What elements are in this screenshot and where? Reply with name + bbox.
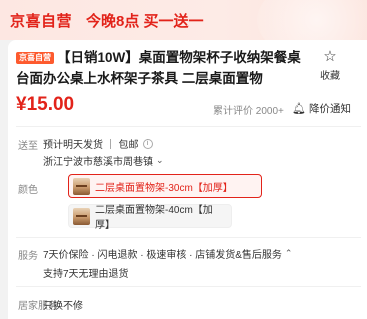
shipping-text: 预计明天发货 ｜ 包邮 — [43, 140, 139, 151]
star-icon: ☆ — [323, 48, 337, 65]
address-text: 浙江宁波市慈溪市周巷镇 — [43, 157, 153, 168]
color-option-30cm[interactable]: 二层桌面置物架-30cm【加厚】 — [68, 174, 262, 198]
product-title-block: 京喜自营 【日销10W】桌面置物架杯子收纳架餐桌台面办公桌上水杯架子茶具 二层桌面… — [16, 47, 301, 89]
shipping-info: 预计明天发货 ｜ 包邮 i — [43, 136, 153, 151]
service-list[interactable]: 7天价保险 · 闪电退款 · 极速审核 · 店铺发货&售后服务 ⌃ — [43, 246, 292, 261]
product-card: 京喜自营 【日销10W】桌面置物架杯子收纳架餐桌台面办公桌上水杯架子茶具 二层桌面… — [8, 40, 367, 319]
option-label: 二层桌面置物架-30cm【加厚】 — [95, 182, 233, 194]
service-label: 服务 — [18, 251, 38, 262]
service-line-1: 7天价保险 · 闪电退款 · 极速审核 · 店铺发货&售后服务 — [43, 250, 282, 261]
color-option-40cm[interactable]: 二层桌面置物架-40cm【加厚】 — [68, 204, 232, 231]
bell-icon: 🔔︎ — [292, 103, 306, 115]
info-icon[interactable]: i — [142, 138, 153, 149]
option-thumbnail — [73, 177, 90, 195]
banner-decoration — [257, 0, 367, 40]
product-title-text: 【日销10W】桌面置物架杯子收纳架餐桌台面办公桌上水杯架子茶具 二层桌面置物 — [16, 50, 301, 86]
notify-label: 降价通知 — [308, 103, 351, 115]
product-title: 京喜自营 【日销10W】桌面置物架杯子收纳架餐桌台面办公桌上水杯架子茶具 二层桌面… — [16, 47, 301, 89]
option-thumbnail — [73, 207, 90, 225]
address-selector[interactable]: 浙江宁波市慈溪市周巷镇 ⌄ — [43, 153, 164, 168]
divider — [16, 286, 361, 287]
banner-promo: 今晚8点 买一送一 — [86, 12, 204, 30]
option-label: 二层桌面置物架-40cm【加厚】 — [95, 205, 213, 231]
favorite-button[interactable]: ☆ 收藏 — [315, 48, 345, 83]
promo-banner: 京喜自营 今晚8点 买一送一 — [0, 0, 367, 40]
chevron-down-icon: ⌄ — [156, 155, 164, 165]
chevron-up-icon: ⌃ — [284, 248, 293, 258]
service-line-2: 支持7天无理由退货 — [43, 269, 129, 280]
price-row: ¥15.00 累计评价 2000+ 🔔︎ 降价通知 — [16, 94, 361, 120]
banner-brand: 京喜自营 — [10, 12, 73, 30]
favorite-label: 收藏 — [320, 71, 340, 82]
install-value: 只换不修 — [43, 301, 83, 312]
divider — [16, 237, 361, 238]
divider — [16, 126, 361, 127]
self-operated-tag: 京喜自营 — [16, 52, 54, 64]
shipping-label: 送至 — [18, 141, 38, 152]
rating-count[interactable]: 累计评价 2000+ — [213, 102, 284, 117]
price: ¥15.00 — [16, 94, 75, 115]
price-drop-notify-button[interactable]: 🔔︎ 降价通知 — [292, 101, 351, 116]
color-label: 颜色 — [18, 185, 38, 196]
